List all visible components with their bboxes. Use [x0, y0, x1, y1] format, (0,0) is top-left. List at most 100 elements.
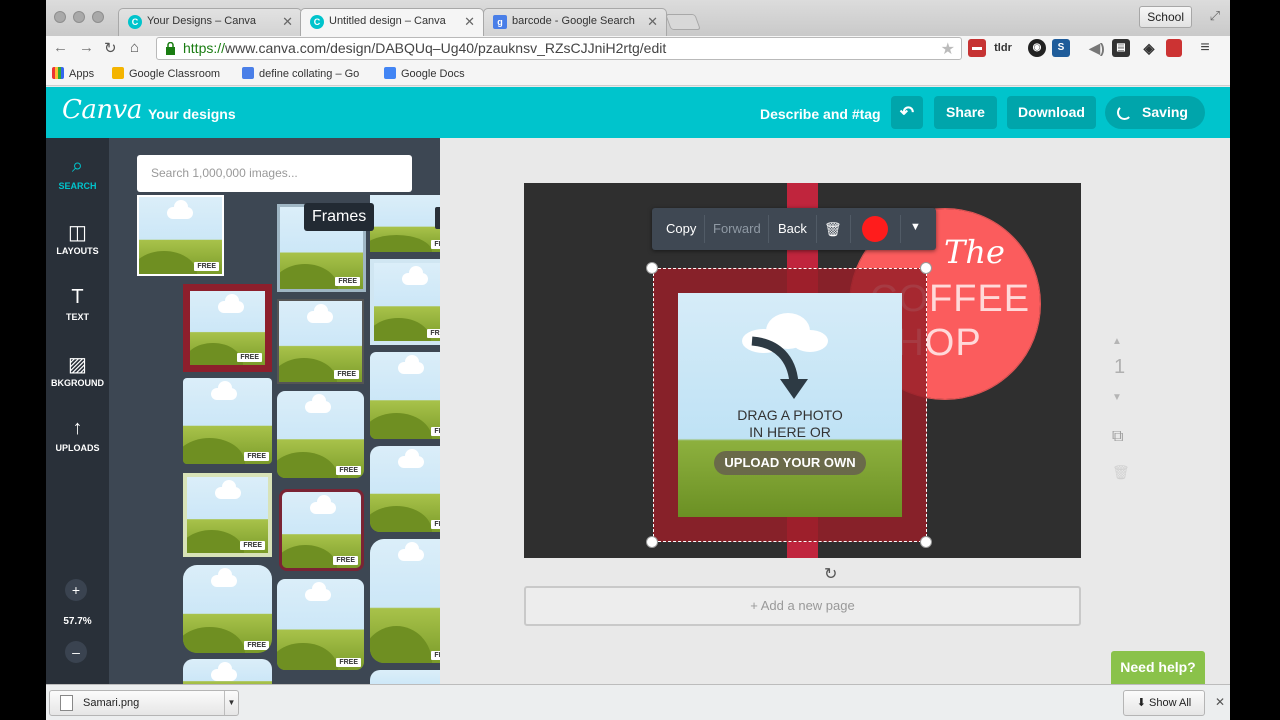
coffee-the-text[interactable]: The: [944, 233, 1005, 271]
frame-thumbnail[interactable]: FREE: [370, 446, 440, 532]
forward-arrow-icon[interactable]: →: [79, 39, 94, 56]
close-tab-icon[interactable]: ✕: [647, 14, 658, 30]
free-badge: FREE: [427, 329, 440, 338]
bookmark-google-classroom[interactable]: Google Classroom: [112, 67, 220, 80]
new-tab-button[interactable]: [665, 14, 701, 30]
add-new-page-button[interactable]: + Add a new page: [524, 586, 1081, 626]
back-arrow-icon[interactable]: ←: [53, 39, 68, 56]
frame-thumbnail[interactable]: [183, 659, 272, 684]
window-zoom-button[interactable]: [92, 11, 104, 23]
zoom-out-button[interactable]: –: [65, 641, 87, 663]
delete-page-icon[interactable]: 🗑: [1112, 464, 1130, 481]
back-button[interactable]: Back: [778, 221, 807, 236]
extension-s-icon[interactable]: S: [1052, 39, 1070, 57]
extension-book-icon[interactable]: [1166, 39, 1182, 57]
window-close-button[interactable]: [54, 11, 66, 23]
upload-your-own-button[interactable]: UPLOAD YOUR OWN: [714, 451, 866, 475]
frame-thumbnail[interactable]: [370, 670, 440, 684]
nav-search[interactable]: ⌕ SEARCH: [46, 155, 109, 191]
frame-thumbnail[interactable]: FREE: [279, 489, 364, 571]
share-button[interactable]: Share: [934, 96, 997, 129]
tab-untitled-design[interactable]: C Untitled design – Canva ✕: [300, 8, 484, 36]
copy-button[interactable]: Copy: [666, 221, 696, 236]
frame-thumbnail[interactable]: FREE: [370, 352, 440, 439]
resize-handle-bottom-right[interactable]: [920, 536, 932, 548]
need-help-button[interactable]: Need help?: [1111, 651, 1205, 684]
tab-barcode-search[interactable]: g barcode - Google Search ✕: [483, 8, 667, 36]
frame-thumbnail[interactable]: FREE: [277, 299, 364, 384]
reload-icon[interactable]: ↻: [104, 39, 117, 57]
bookmark-label: Google Classroom: [129, 68, 221, 80]
photo-drop-zone[interactable]: DRAG A PHOTO IN HERE OR UPLOAD YOUR OWN: [678, 293, 902, 517]
zoom-level: 57.7%: [63, 616, 92, 627]
frame-thumbnail[interactable]: FREE: [183, 565, 272, 653]
frame-thumbnail[interactable]: FREE: [183, 378, 272, 464]
drag-line-1: DRAG A PHOTO: [737, 407, 843, 423]
window-minimize-button[interactable]: [73, 11, 85, 23]
chevron-down-icon[interactable]: ▼: [910, 221, 921, 233]
frame-thumbnail[interactable]: FREE: [277, 579, 364, 670]
extension-chair-icon[interactable]: ▬: [968, 39, 986, 57]
close-shelf-icon[interactable]: ✕: [1215, 695, 1225, 709]
fullscreen-icon[interactable]: ⤢: [1210, 8, 1220, 24]
url-host: www.canva.com: [225, 40, 327, 56]
show-all-downloads-button[interactable]: ⬇ Show All: [1123, 690, 1205, 716]
your-designs-link[interactable]: Your designs: [148, 106, 236, 122]
describe-and-tag-link[interactable]: Describe and #tag: [760, 106, 881, 122]
chevron-down-icon[interactable]: ▼: [224, 691, 238, 715]
tab-title: Your Designs – Canva: [147, 15, 257, 27]
extension-tldr-icon[interactable]: tldr: [994, 39, 1012, 57]
nav-background[interactable]: ▨ BKGROUND: [46, 352, 109, 388]
extension-audio-icon[interactable]: ◀): [1088, 39, 1106, 57]
home-icon[interactable]: ⌂: [130, 39, 139, 56]
download-item[interactable]: Samari.png ▼: [49, 690, 239, 716]
image-search-input[interactable]: Search 1,000,000 images...: [137, 155, 412, 192]
frame-thumbnail[interactable]: FREE: [277, 391, 364, 478]
selected-photo-frame[interactable]: DRAG A PHOTO IN HERE OR UPLOAD YOUR OWN: [653, 268, 927, 542]
saving-button[interactable]: Saving: [1105, 96, 1205, 129]
nav-layouts[interactable]: ◫ LAYOUTS: [46, 220, 109, 256]
frame-thumbnail[interactable]: FREE: [183, 473, 272, 557]
divider: [850, 215, 851, 243]
nav-uploads[interactable]: ↑ UPLOADS: [46, 417, 109, 453]
zoom-in-button[interactable]: +: [65, 579, 87, 601]
resize-handle-top-left[interactable]: [646, 262, 658, 274]
bookmark-google-docs[interactable]: Google Docs: [384, 67, 465, 80]
canva-logo[interactable]: Canva: [62, 95, 142, 125]
extension-film-icon[interactable]: ▤: [1112, 39, 1130, 57]
frame-thumbnail[interactable]: FREE: [137, 195, 224, 276]
frame-thumbnail[interactable]: FREE: [370, 539, 440, 663]
frame-thumbnail[interactable]: FREE: [370, 259, 440, 345]
bookmark-apps[interactable]: Apps: [52, 67, 94, 80]
bookmark-star-icon[interactable]: ★: [941, 39, 955, 59]
address-bar[interactable]: https://www.canva.com/design/DABQUq–Ug40…: [156, 37, 962, 60]
frame-thumbnail[interactable]: FREE: [183, 284, 272, 372]
extension-camera-icon[interactable]: ◉: [1028, 39, 1046, 57]
trash-icon[interactable]: 🗑: [824, 221, 842, 238]
bookmark-label: define collating – Go: [259, 68, 360, 80]
duplicate-page-icon[interactable]: ⧉: [1112, 428, 1123, 446]
bookmark-define-collating[interactable]: define collating – Go: [242, 67, 359, 80]
browser-toolbar: ← → ↻ ⌂ https://www.canva.com/design/DAB…: [46, 36, 1230, 62]
extension-owl-icon[interactable]: ◈: [1140, 39, 1158, 57]
divider: [704, 215, 705, 243]
resize-handle-top-right[interactable]: [920, 262, 932, 274]
resize-handle-bottom-left[interactable]: [646, 536, 658, 548]
profile-button[interactable]: School: [1139, 6, 1192, 28]
design-canvas[interactable]: The COFFEE SHOP DRAG: [524, 183, 1081, 558]
nav-text[interactable]: T TEXT: [46, 286, 109, 322]
menu-icon[interactable]: ≡: [1196, 39, 1214, 57]
close-tab-icon[interactable]: ✕: [282, 14, 293, 30]
screen: C Your Designs – Canva ✕ C Untitled desi…: [46, 0, 1230, 720]
rotate-icon[interactable]: ↻: [824, 564, 837, 584]
forward-button[interactable]: Forward: [713, 221, 761, 236]
undo-button[interactable]: ↶: [891, 96, 923, 129]
color-swatch-button[interactable]: [862, 216, 888, 242]
move-page-down-icon[interactable]: ▼: [1112, 392, 1122, 403]
tab-your-designs[interactable]: C Your Designs – Canva ✕: [118, 8, 302, 36]
close-tab-icon[interactable]: ✕: [464, 14, 475, 30]
nav-label: TEXT: [65, 312, 89, 322]
frame-thumbnail[interactable]: FREE: [370, 195, 440, 252]
download-button[interactable]: Download: [1007, 96, 1096, 129]
move-page-up-icon[interactable]: ▲: [1112, 336, 1122, 347]
